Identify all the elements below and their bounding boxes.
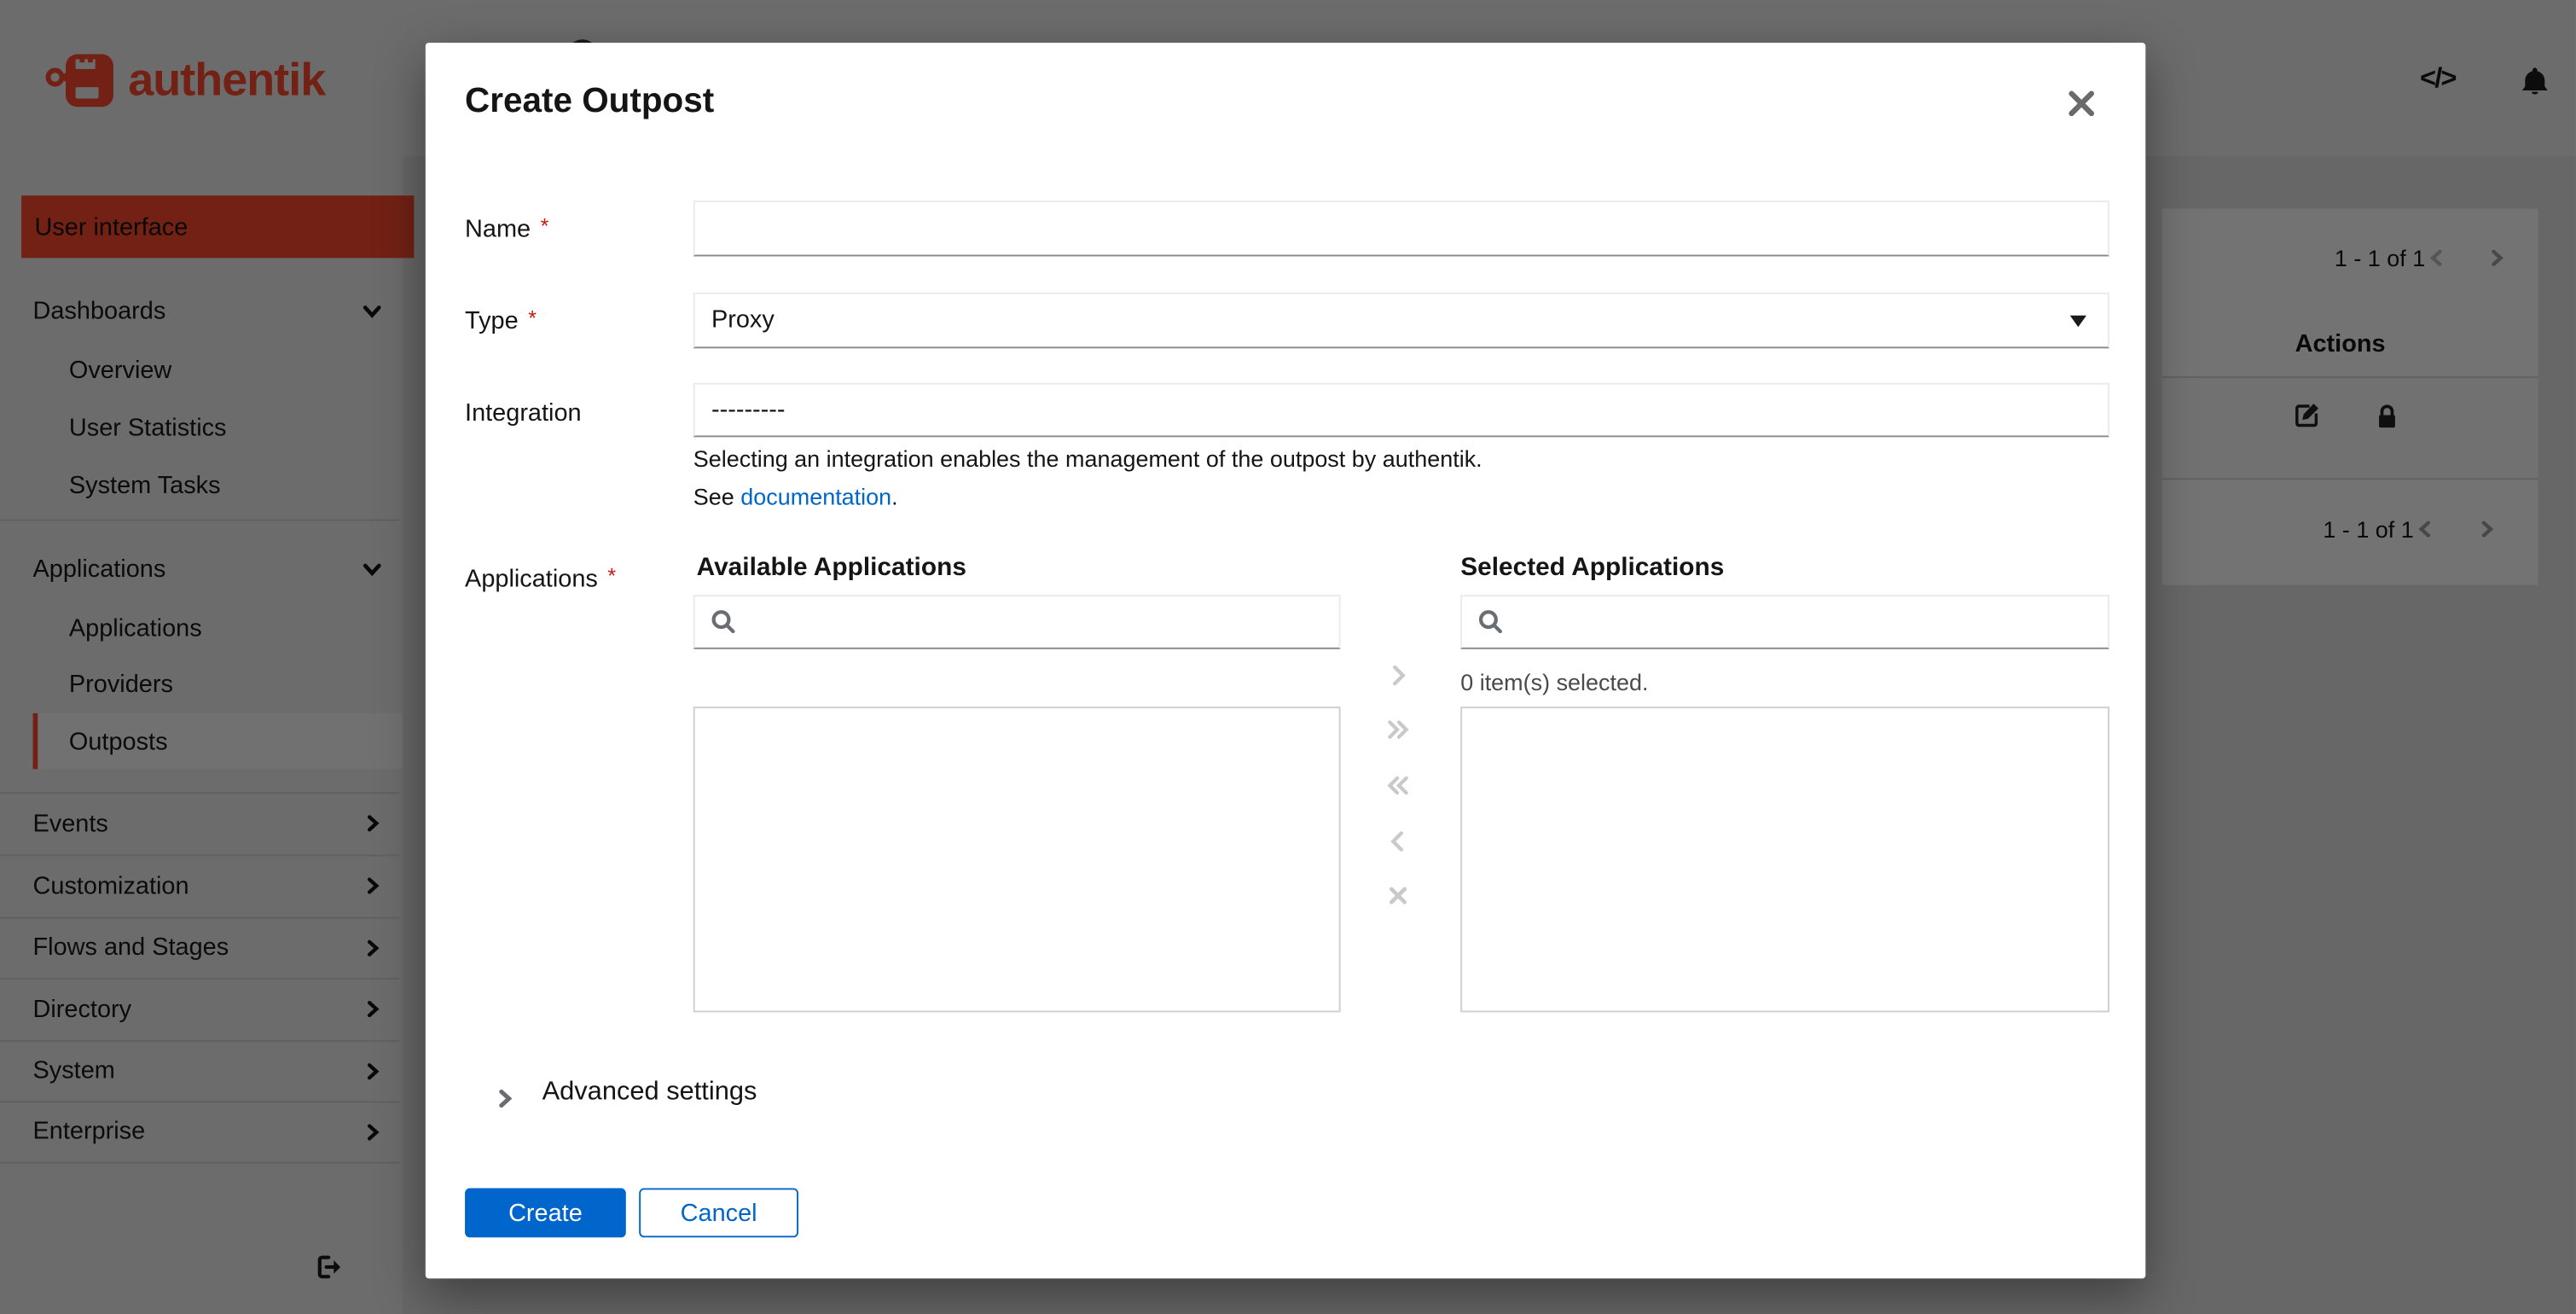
integration-help-text: Selecting an integration enables the man… xyxy=(693,445,1482,472)
selected-applications-list[interactable] xyxy=(1460,706,2109,1013)
close-icon[interactable] xyxy=(2063,85,2099,121)
integration-field-label: Integration xyxy=(465,399,582,427)
cancel-button[interactable]: Cancel xyxy=(639,1188,799,1238)
label-text: Applications xyxy=(465,565,598,594)
remove-selected-icon[interactable] xyxy=(1385,829,1412,855)
add-all-icon[interactable] xyxy=(1385,717,1412,743)
clear-selection-icon[interactable] xyxy=(1385,882,1412,909)
remove-all-icon[interactable] xyxy=(1385,772,1412,799)
help-see-text: See xyxy=(693,483,734,510)
type-select-value: Proxy xyxy=(711,305,775,334)
create-button[interactable]: Create xyxy=(465,1188,626,1238)
label-text: Name xyxy=(465,215,531,244)
type-select[interactable]: Proxy xyxy=(693,292,2109,349)
label-text: Integration xyxy=(465,399,582,427)
caret-down-icon xyxy=(2069,315,2087,328)
label-text: Type xyxy=(465,307,519,335)
search-icon xyxy=(1478,610,1502,634)
available-search-input[interactable] xyxy=(693,595,1341,649)
available-applications-list[interactable] xyxy=(693,706,1341,1013)
help-period: . xyxy=(891,483,898,510)
create-outpost-modal: Create Outpost Name * Type * Proxy Integra… xyxy=(425,43,2146,1279)
required-marker: * xyxy=(607,563,617,589)
name-input[interactable] xyxy=(693,200,2109,257)
documentation-link[interactable]: documentation xyxy=(740,483,891,509)
advanced-settings-toggle[interactable]: Advanced settings xyxy=(542,1078,757,1108)
required-marker: * xyxy=(528,305,537,331)
applications-field-label: Applications * xyxy=(465,563,617,594)
name-field-label: Name * xyxy=(465,213,549,244)
available-applications-header: Available Applications xyxy=(696,554,966,582)
selected-applications-header: Selected Applications xyxy=(1460,554,1725,582)
search-icon xyxy=(711,610,735,634)
type-field-label: Type * xyxy=(465,305,537,335)
integration-select-value: --------- xyxy=(711,396,786,424)
required-marker: * xyxy=(540,213,549,239)
integration-help-line2: See documentation. xyxy=(693,483,898,509)
authentik-admin-app: </> authentik User interface xyxy=(0,0,2576,1314)
modal-title: Create Outpost xyxy=(465,82,715,120)
add-selected-icon[interactable] xyxy=(1385,662,1412,689)
integration-select[interactable]: --------- xyxy=(693,382,2109,438)
selected-search-input[interactable] xyxy=(1460,595,2109,649)
chevron-right-icon[interactable] xyxy=(495,1088,516,1109)
selected-count-status: 0 item(s) selected. xyxy=(1460,668,1649,695)
